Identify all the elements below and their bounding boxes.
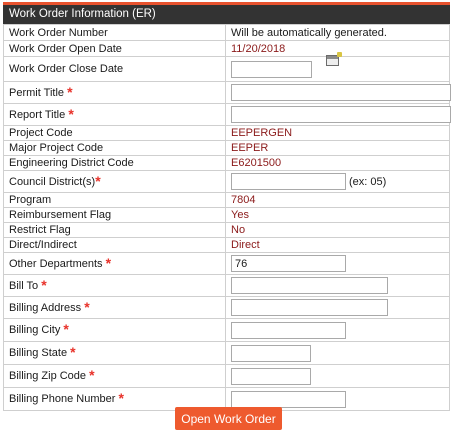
other-departments-label: Other Departments	[9, 257, 103, 270]
billing-city-label-cell: Billing City *	[3, 318, 226, 342]
close-date-input[interactable]	[231, 60, 312, 78]
report-title-label: Report Title	[9, 108, 66, 121]
permit-title-cell	[225, 81, 451, 104]
work-order-panel: Work Order Information (ER) Work Order N…	[3, 2, 451, 411]
row-reimbursement-flag: Reimbursement Flag Yes	[3, 207, 450, 223]
required-marker: *	[70, 344, 76, 360]
billing-city-cell	[225, 318, 450, 342]
billing-state-cell	[225, 341, 450, 365]
open-date-label: Work Order Open Date	[3, 40, 226, 57]
bill-to-cell	[225, 274, 450, 297]
billing-zip-cell	[225, 364, 450, 388]
calendar-icon[interactable]	[326, 51, 343, 66]
required-marker: *	[105, 254, 112, 271]
report-title-input[interactable]	[231, 106, 451, 123]
row-program: Program 7804	[3, 192, 450, 208]
program-value: 7804	[225, 192, 450, 208]
bill-to-label: Bill To	[9, 279, 39, 292]
billing-city-label: Billing City	[9, 324, 61, 336]
required-marker: *	[89, 367, 95, 383]
bill-to-label-cell: Bill To *	[3, 274, 226, 297]
close-date-label: Work Order Close Date	[3, 56, 226, 82]
work-order-number-value: Will be automatically generated.	[225, 24, 450, 41]
row-close-date: Work Order Close Date	[3, 51, 450, 82]
billing-address-input[interactable]	[231, 299, 388, 316]
restrict-flag-value: No	[225, 222, 450, 238]
row-other-departments: Other Departments *	[3, 252, 450, 275]
billing-zip-label-cell: Billing Zip Code *	[3, 364, 226, 388]
council-districts-input[interactable]	[231, 173, 346, 190]
report-title-label-cell: Report Title *	[3, 103, 226, 126]
major-project-code-label: Major Project Code	[3, 140, 226, 156]
work-order-form: Work Order Number Will be automatically …	[3, 24, 451, 411]
permit-title-label: Permit Title	[9, 86, 65, 99]
row-project-code: Project Code EEPERGEN	[3, 125, 450, 141]
row-permit-title: Permit Title *	[3, 81, 451, 104]
billing-address-label: Billing Address	[9, 301, 82, 314]
required-marker: *	[63, 321, 69, 337]
required-marker: *	[118, 390, 124, 406]
direct-indirect-label: Direct/Indirect	[3, 237, 226, 253]
engineering-district-code-label: Engineering District Code	[3, 155, 226, 171]
direct-indirect-value: Direct	[225, 237, 450, 253]
permit-title-input[interactable]	[231, 84, 451, 101]
panel-title: Work Order Information (ER)	[3, 2, 450, 24]
close-date-cell	[225, 51, 450, 82]
row-direct-indirect: Direct/Indirect Direct	[3, 237, 450, 253]
work-order-number-label: Work Order Number	[3, 24, 226, 41]
billing-phone-label: Billing Phone Number	[9, 393, 116, 405]
row-bill-to: Bill To *	[3, 274, 450, 297]
open-work-order-button[interactable]: Open Work Order	[175, 407, 282, 430]
other-departments-cell	[225, 252, 450, 275]
row-engineering-district-code: Engineering District Code E6201500	[3, 155, 450, 171]
council-districts-hint: (ex: 05)	[349, 175, 387, 188]
billing-address-label-cell: Billing Address *	[3, 296, 226, 319]
other-departments-input[interactable]	[231, 255, 346, 272]
council-districts-cell: (ex: 05)	[225, 170, 450, 193]
required-marker: *	[68, 105, 74, 122]
row-council-districts: Council District(s)* (ex: 05)	[3, 170, 450, 193]
row-billing-zip: Billing Zip Code *	[3, 364, 450, 388]
required-marker: *	[41, 276, 47, 293]
row-major-project-code: Major Project Code EEPER	[3, 140, 450, 156]
bill-to-input[interactable]	[231, 277, 388, 294]
reimbursement-flag-value: Yes	[225, 207, 450, 223]
required-marker: *	[67, 83, 73, 100]
project-code-label: Project Code	[3, 125, 226, 141]
row-restrict-flag: Restrict Flag No	[3, 222, 450, 238]
row-billing-state: Billing State *	[3, 341, 450, 365]
billing-address-cell	[225, 296, 450, 319]
required-marker: *	[95, 172, 101, 189]
reimbursement-flag-label: Reimbursement Flag	[3, 207, 226, 223]
row-open-date: Work Order Open Date 11/20/2018	[3, 40, 450, 57]
council-districts-label: Council District(s)	[9, 175, 96, 188]
billing-zip-input[interactable]	[231, 367, 311, 385]
required-marker: *	[84, 298, 90, 315]
row-report-title: Report Title *	[3, 103, 451, 126]
row-billing-city: Billing City *	[3, 318, 450, 342]
row-work-order-number: Work Order Number Will be automatically …	[3, 24, 450, 41]
billing-state-label: Billing State	[9, 347, 68, 359]
council-districts-label-cell: Council District(s)*	[3, 170, 226, 193]
billing-city-input[interactable]	[231, 321, 346, 339]
major-project-code-value: EEPER	[225, 140, 450, 156]
billing-phone-input[interactable]	[231, 390, 346, 408]
program-label: Program	[3, 192, 226, 208]
billing-state-input[interactable]	[231, 344, 311, 362]
project-code-value: EEPERGEN	[225, 125, 450, 141]
permit-title-label-cell: Permit Title *	[3, 81, 226, 104]
engineering-district-code-value: E6201500	[225, 155, 450, 171]
restrict-flag-label: Restrict Flag	[3, 222, 226, 238]
report-title-cell	[225, 103, 451, 126]
other-departments-label-cell: Other Departments *	[3, 252, 226, 275]
billing-state-label-cell: Billing State *	[3, 341, 226, 365]
billing-zip-label: Billing Zip Code	[9, 370, 87, 382]
row-billing-address: Billing Address *	[3, 296, 450, 319]
